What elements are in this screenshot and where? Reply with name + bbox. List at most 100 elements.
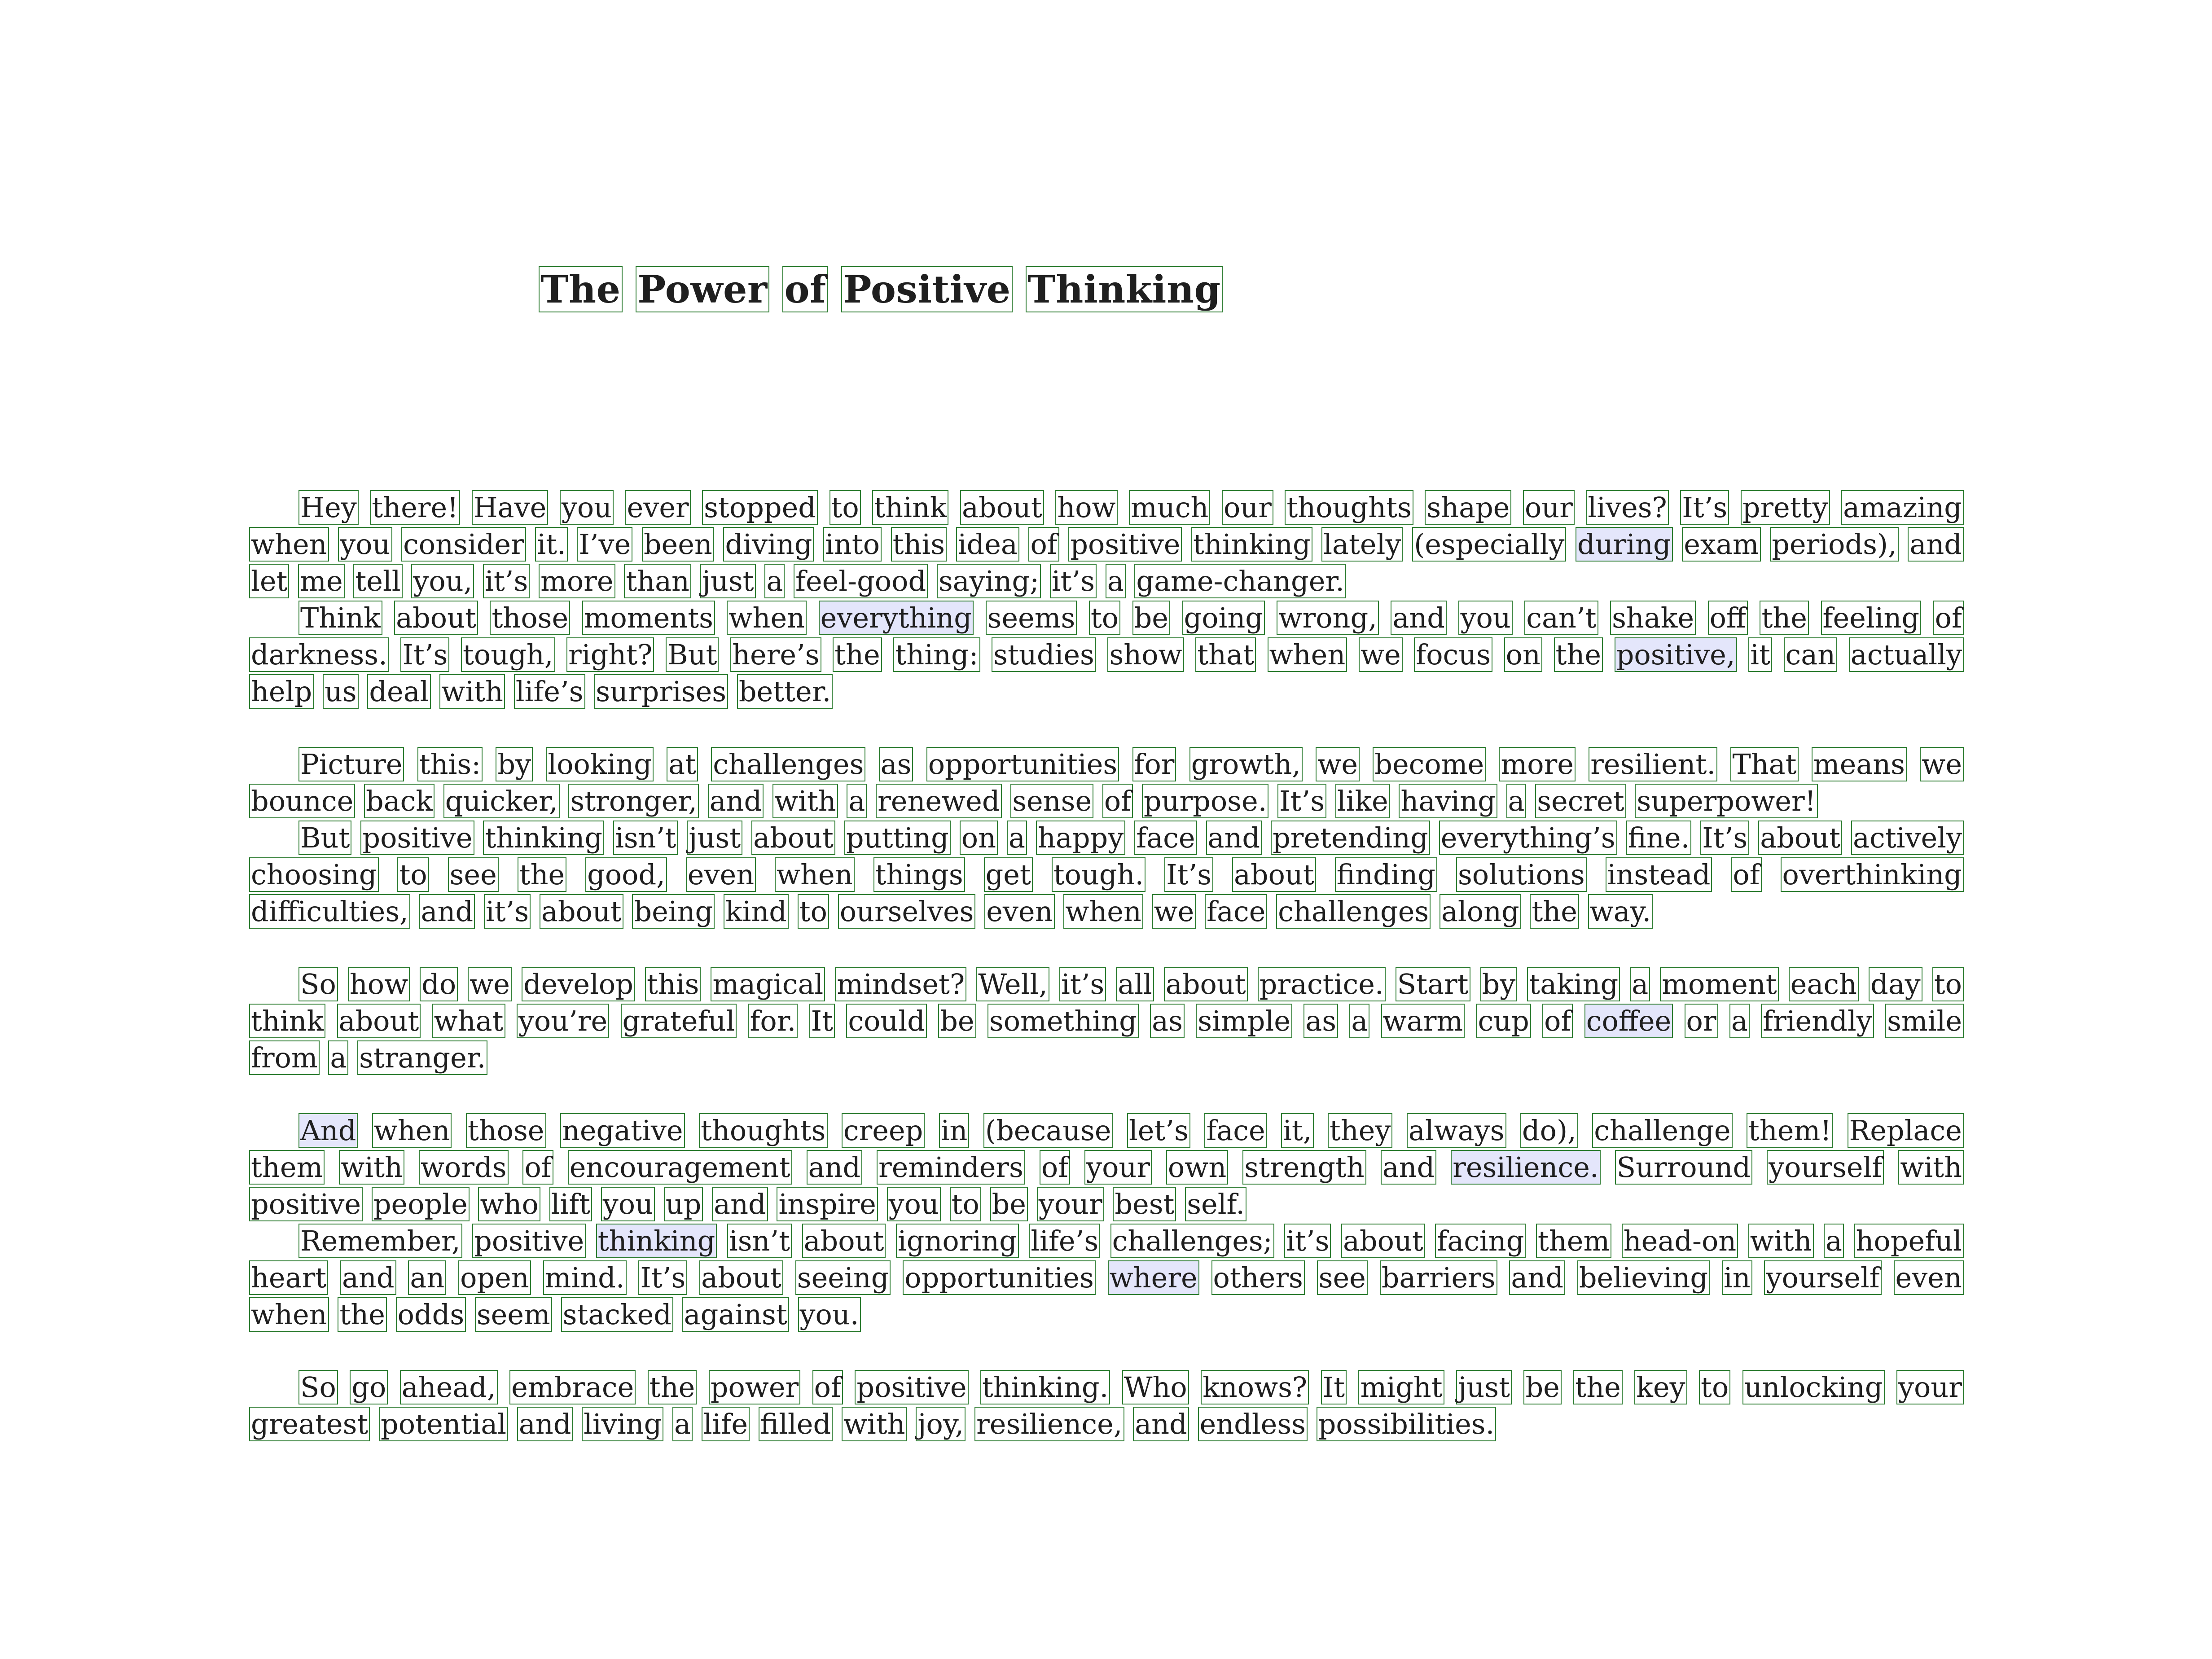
- word: there!: [370, 490, 461, 525]
- word: feel-good: [794, 564, 928, 598]
- word: on: [1504, 637, 1542, 672]
- word: So: [298, 967, 338, 1001]
- word: each: [1788, 967, 1859, 1001]
- word: as: [878, 747, 913, 781]
- word: strength: [1242, 1150, 1366, 1185]
- word: with: [339, 1150, 405, 1185]
- word: But: [666, 637, 719, 672]
- word: show: [1107, 637, 1184, 672]
- word: Picture: [298, 747, 404, 781]
- title-word: Power: [636, 266, 769, 312]
- word: as: [1304, 1004, 1339, 1038]
- word: It’s: [1277, 784, 1327, 818]
- word: going: [1182, 601, 1265, 635]
- word: quicker,: [443, 784, 560, 818]
- word: and: [517, 1407, 573, 1441]
- word: deal: [367, 674, 431, 709]
- word: fine.: [1626, 821, 1692, 855]
- word: of: [1028, 527, 1059, 562]
- word: with: [1898, 1150, 1964, 1185]
- word: this:: [417, 747, 483, 781]
- word: game-changer.: [1134, 564, 1346, 598]
- paragraph: Think about those moments when everythin…: [249, 600, 1964, 710]
- word: It’s: [638, 1260, 688, 1295]
- word: them: [1536, 1224, 1612, 1258]
- word: right?: [566, 637, 654, 672]
- word: life’s: [514, 674, 585, 709]
- word: friendly: [1761, 1004, 1874, 1038]
- word: solutions: [1456, 857, 1587, 892]
- word: it’s: [483, 894, 531, 929]
- word: about: [751, 821, 835, 855]
- word: let: [249, 564, 290, 598]
- word: an: [408, 1260, 447, 1295]
- word: heart: [249, 1260, 329, 1295]
- word: challenges;: [1110, 1224, 1274, 1258]
- word: pretending: [1271, 821, 1430, 855]
- word: about: [802, 1224, 886, 1258]
- word: with: [439, 674, 505, 709]
- word: isn’t: [727, 1224, 792, 1258]
- word: or: [1684, 1004, 1718, 1038]
- word: better.: [737, 674, 833, 709]
- word: even: [685, 857, 756, 892]
- word: do),: [1520, 1113, 1578, 1148]
- word: head-on: [1621, 1224, 1738, 1258]
- word: encouragement: [567, 1150, 792, 1185]
- word: might: [1358, 1370, 1444, 1404]
- word: of: [1731, 857, 1762, 892]
- word: and: [1908, 527, 1964, 562]
- word: to: [397, 857, 429, 892]
- word: barriers: [1379, 1260, 1497, 1295]
- word: key: [1634, 1370, 1687, 1404]
- word: what: [432, 1004, 505, 1038]
- word: magical: [711, 967, 825, 1001]
- word: (especially: [1412, 527, 1567, 562]
- title-word: Positive: [841, 266, 1013, 312]
- word: looking: [546, 747, 654, 781]
- word: by: [496, 747, 533, 781]
- word: along: [1439, 894, 1521, 929]
- word: about: [337, 1004, 421, 1038]
- word: be: [938, 1004, 976, 1038]
- word: just: [1456, 1370, 1512, 1404]
- word: best: [1113, 1187, 1176, 1221]
- title-word: of: [782, 266, 828, 312]
- word: this: [891, 527, 947, 562]
- word: when: [1063, 894, 1143, 929]
- paragraph: Picture this: by looking at challenges a…: [249, 746, 1964, 820]
- word: even: [984, 894, 1055, 929]
- word: of: [1039, 1150, 1071, 1185]
- word: hopeful: [1854, 1224, 1964, 1258]
- word: could: [846, 1004, 927, 1038]
- word: those: [490, 601, 571, 635]
- word: own: [1166, 1150, 1229, 1185]
- word: even: [1893, 1260, 1964, 1295]
- word: positive: [1068, 527, 1182, 562]
- word: possibilities.: [1316, 1407, 1497, 1441]
- word: in: [1721, 1260, 1752, 1295]
- word: when: [775, 857, 855, 892]
- word: simple: [1196, 1004, 1292, 1038]
- word: it’s: [1059, 967, 1106, 1001]
- word: positive: [855, 1370, 969, 1404]
- word: surprises: [594, 674, 729, 709]
- word: exam: [1682, 527, 1761, 562]
- word: your: [1036, 1187, 1104, 1221]
- paragraph: Remember, positive thinking isn’t about …: [249, 1223, 1964, 1333]
- word: it’s: [483, 564, 530, 598]
- word: taking: [1527, 967, 1620, 1001]
- word: a: [1630, 967, 1650, 1001]
- word: challenge: [1592, 1113, 1733, 1148]
- word: ignoring: [895, 1224, 1019, 1258]
- word: against: [682, 1297, 789, 1332]
- word: it: [1748, 637, 1772, 672]
- word: darkness.: [249, 637, 389, 672]
- word: It: [1321, 1370, 1347, 1404]
- word: from: [249, 1040, 320, 1075]
- word: the: [833, 637, 882, 672]
- word: we: [1152, 894, 1196, 929]
- word: everything’s: [1439, 821, 1617, 855]
- word: always: [1406, 1113, 1506, 1148]
- word: the: [1554, 637, 1603, 672]
